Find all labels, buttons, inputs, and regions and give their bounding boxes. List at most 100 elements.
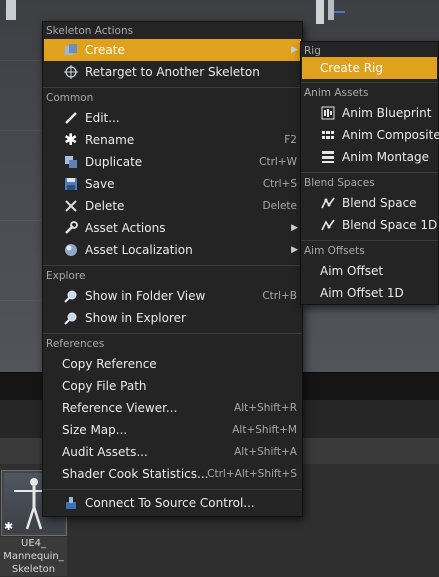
context-menu: Skeleton Actions Create ▶ Retarget to An… <box>42 21 303 517</box>
shortcut-text: Alt+Shift+A <box>234 446 297 458</box>
menu-item-label: Size Map... <box>62 423 128 437</box>
asset-name-line: UE4_ <box>21 538 46 549</box>
asset-name-line: Skeleton <box>11 564 56 575</box>
menu-item-label: Aim Offset <box>320 264 384 278</box>
menu-item-label: Rename <box>85 133 135 147</box>
menu-item-label: Blend Space 1D <box>342 218 438 232</box>
menu-item-create-rig[interactable]: Create Rig <box>302 57 437 79</box>
menu-item-label: Duplicate <box>85 155 143 169</box>
section-header-skeleton-actions: Skeleton Actions <box>46 25 134 37</box>
viewport-figure-icon <box>316 0 345 24</box>
menu-item-label: Connect To Source Control... <box>85 496 255 510</box>
shortcut-text: Delete <box>262 200 298 212</box>
wrench-icon <box>65 221 78 234</box>
menu-item-show-in-folder-view[interactable]: Show in Folder View Ctrl+B <box>44 285 301 307</box>
create-icon <box>65 44 77 55</box>
menu-item-save[interactable]: Save Ctrl+S <box>44 173 301 195</box>
submenu-arrow-icon: ▶ <box>291 45 298 55</box>
menu-separator <box>43 265 302 266</box>
menu-item-aim-offset-1d[interactable]: Aim Offset 1D <box>302 282 437 304</box>
section-header-explore: Explore <box>46 270 86 282</box>
menu-item-label: Save <box>85 177 115 191</box>
asset-name: UE4_ Mannequin_ Skeleton <box>0 537 67 576</box>
floppy-icon <box>65 178 77 190</box>
menu-separator <box>301 240 438 241</box>
menu-item-shader-cook-statistics[interactable]: Shader Cook Statistics... Ctrl+Alt+Shift… <box>44 463 301 485</box>
menu-item-label: Create Rig <box>320 61 383 75</box>
menu-item-label: Edit... <box>85 111 120 125</box>
menu-item-rename[interactable]: ✱ Rename F2 <box>44 129 301 151</box>
menu-item-asset-localization[interactable]: Asset Localization ▶ <box>44 239 301 261</box>
menu-separator <box>43 87 302 88</box>
menu-item-show-in-explorer[interactable]: Show in Explorer <box>44 307 301 329</box>
menu-item-label: Copy Reference <box>62 357 157 371</box>
menu-separator <box>43 489 302 490</box>
menu-item-label: Asset Localization <box>85 243 193 257</box>
magnifier-icon <box>64 312 77 325</box>
menu-item-size-map[interactable]: Size Map... Alt+Shift+M <box>44 419 301 441</box>
menu-item-copy-reference[interactable]: Copy Reference <box>44 353 301 375</box>
menu-separator <box>301 172 438 173</box>
menu-item-delete[interactable]: Delete Delete <box>44 195 301 217</box>
menu-item-anim-composite[interactable]: Anim Composite <box>302 124 439 146</box>
blend-space-1d-icon <box>321 219 335 231</box>
star-icon: ✱ <box>4 520 14 533</box>
menu-item-connect-source-control[interactable]: Connect To Source Control... <box>44 492 301 514</box>
menu-item-asset-actions[interactable]: Asset Actions ▶ <box>44 217 301 239</box>
menu-item-label: Delete <box>85 199 125 213</box>
globe-icon <box>65 244 77 256</box>
pencil-icon <box>65 112 77 124</box>
shortcut-text: Ctrl+Alt+Shift+S <box>207 468 297 480</box>
menu-item-label: Anim Composite <box>342 128 439 142</box>
duplicate-icon <box>65 156 77 168</box>
shortcut-text: F2 <box>284 134 297 146</box>
menu-item-blend-space-1d[interactable]: Blend Space 1D <box>302 214 437 236</box>
menu-item-label: Anim Blueprint <box>342 106 432 120</box>
menu-item-label: Reference Viewer... <box>62 401 178 415</box>
menu-item-aim-offset[interactable]: Aim Offset <box>302 260 437 282</box>
section-header-aim-offsets: Aim Offsets <box>304 245 365 257</box>
menu-separator <box>301 82 438 83</box>
asset-name-line: Mannequin_ <box>3 551 64 562</box>
menu-item-edit[interactable]: Edit... <box>44 107 301 129</box>
anim-montage-icon <box>322 151 334 163</box>
menu-item-copy-file-path[interactable]: Copy File Path <box>44 375 301 397</box>
menu-separator <box>43 333 302 334</box>
menu-item-anim-montage[interactable]: Anim Montage <box>302 146 437 168</box>
menu-item-label: Audit Assets... <box>62 445 148 459</box>
menu-item-duplicate[interactable]: Duplicate Ctrl+W <box>44 151 301 173</box>
section-header-anim-assets: Anim Assets <box>304 87 369 99</box>
submenu-arrow-icon: ▶ <box>291 223 298 233</box>
blend-space-icon <box>321 197 335 209</box>
shortcut-text: Ctrl+B <box>262 290 297 302</box>
viewport-figure-icon <box>6 0 16 20</box>
menu-item-retarget[interactable]: Retarget to Another Skeleton <box>44 61 301 83</box>
anim-composite-icon <box>322 131 334 139</box>
crosshair-icon <box>64 65 78 79</box>
menu-item-label: Blend Space <box>342 196 417 210</box>
shortcut-text: Alt+Shift+R <box>234 402 297 414</box>
menu-item-blend-space[interactable]: Blend Space <box>302 192 437 214</box>
magnifier-icon <box>64 290 77 303</box>
menu-item-reference-viewer[interactable]: Reference Viewer... Alt+Shift+R <box>44 397 301 419</box>
menu-item-audit-assets[interactable]: Audit Assets... Alt+Shift+A <box>44 441 301 463</box>
shortcut-text: Ctrl+S <box>262 178 297 190</box>
submenu-arrow-icon: ▶ <box>291 245 298 255</box>
x-icon <box>65 200 77 212</box>
menu-item-create[interactable]: Create ▶ <box>44 39 301 61</box>
shortcut-text: Alt+Shift+M <box>232 424 297 436</box>
menu-item-label: Anim Montage <box>342 150 430 164</box>
menu-item-anim-blueprint[interactable]: Anim Blueprint <box>302 102 437 124</box>
create-submenu: Rig Create Rig Anim Assets Anim Blueprin… <box>300 41 439 305</box>
source-control-icon <box>66 497 76 509</box>
section-header-common: Common <box>46 92 94 104</box>
menu-item-label: Show in Explorer <box>85 311 186 325</box>
menu-item-label: Create <box>85 43 125 57</box>
menu-item-label: Show in Folder View <box>85 289 206 303</box>
menu-item-label: Aim Offset 1D <box>320 286 404 300</box>
section-header-references: References <box>46 338 105 350</box>
section-header-blend-spaces: Blend Spaces <box>304 177 375 189</box>
menu-item-label: Asset Actions <box>85 221 166 235</box>
shortcut-text: Ctrl+W <box>259 156 297 168</box>
anim-blueprint-icon <box>321 106 335 120</box>
